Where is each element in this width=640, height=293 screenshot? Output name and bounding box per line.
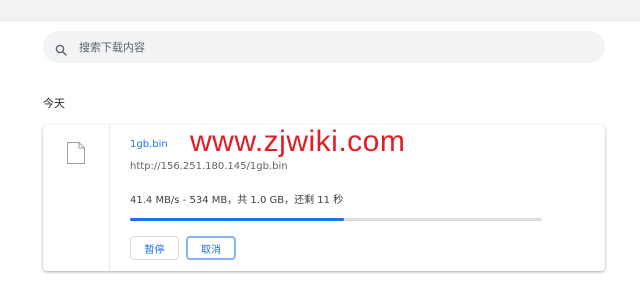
file-icon-column (43, 125, 110, 271)
file-name-link[interactable]: 1gb.bin (130, 139, 168, 150)
search-icon[interactable] (55, 41, 67, 56)
download-url: http://156.251.180.145/1gb.bin (130, 161, 288, 172)
watermark-text: www.zjwiki.com (190, 125, 406, 158)
cancel-button[interactable]: 取消 (186, 236, 236, 260)
pause-button[interactable]: 暂停 (130, 236, 179, 260)
search-bar[interactable] (43, 31, 605, 63)
search-input[interactable] (79, 31, 579, 63)
progress-bar (130, 218, 542, 221)
progress-bar-fill (130, 218, 345, 221)
download-item-card: 1gb.bin http://156.251.180.145/1gb.bin 4… (43, 125, 605, 271)
top-toolbar-strip (0, 0, 640, 21)
date-section-heading: 今天 (43, 97, 65, 110)
progress-status-text: 41.4 MB/s - 534 MB，共 1.0 GB，还剩 11 秒 (130, 195, 344, 206)
file-icon (66, 141, 86, 165)
